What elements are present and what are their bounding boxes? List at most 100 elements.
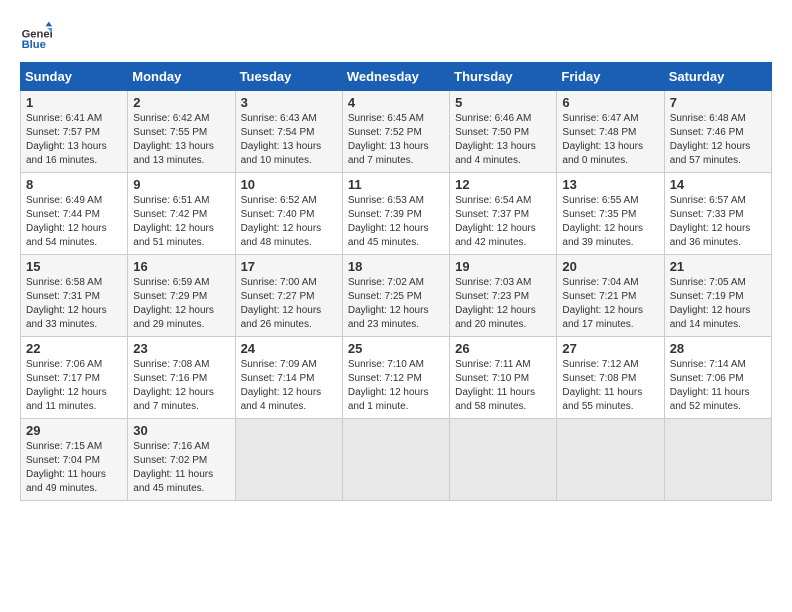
- calendar-header-row: SundayMondayTuesdayWednesdayThursdayFrid…: [21, 63, 772, 91]
- header-day-sunday: Sunday: [21, 63, 128, 91]
- calendar-cell: 6 Sunrise: 6:47 AMSunset: 7:48 PMDayligh…: [557, 91, 664, 173]
- calendar-cell: 13 Sunrise: 6:55 AMSunset: 7:35 PMDaylig…: [557, 173, 664, 255]
- day-number: 9: [133, 177, 229, 192]
- day-info: Sunrise: 6:43 AMSunset: 7:54 PMDaylight:…: [241, 112, 337, 168]
- calendar-cell: 23 Sunrise: 7:08 AMSunset: 7:16 PMDaylig…: [128, 337, 235, 419]
- day-number: 19: [455, 259, 551, 274]
- day-info: Sunrise: 7:05 AMSunset: 7:19 PMDaylight:…: [670, 276, 766, 332]
- calendar-table: SundayMondayTuesdayWednesdayThursdayFrid…: [20, 62, 772, 501]
- calendar-cell: 5 Sunrise: 6:46 AMSunset: 7:50 PMDayligh…: [450, 91, 557, 173]
- logo-icon: General Blue: [20, 20, 52, 52]
- calendar-week-2: 8 Sunrise: 6:49 AMSunset: 7:44 PMDayligh…: [21, 173, 772, 255]
- calendar-cell: 2 Sunrise: 6:42 AMSunset: 7:55 PMDayligh…: [128, 91, 235, 173]
- calendar-week-5: 29 Sunrise: 7:15 AMSunset: 7:04 PMDaylig…: [21, 419, 772, 501]
- header-day-saturday: Saturday: [664, 63, 771, 91]
- calendar-cell: 15 Sunrise: 6:58 AMSunset: 7:31 PMDaylig…: [21, 255, 128, 337]
- day-number: 11: [348, 177, 444, 192]
- calendar-cell: 28 Sunrise: 7:14 AMSunset: 7:06 PMDaylig…: [664, 337, 771, 419]
- day-number: 26: [455, 341, 551, 356]
- day-info: Sunrise: 7:16 AMSunset: 7:02 PMDaylight:…: [133, 440, 229, 496]
- calendar-cell: [557, 419, 664, 501]
- day-info: Sunrise: 6:47 AMSunset: 7:48 PMDaylight:…: [562, 112, 658, 168]
- day-number: 22: [26, 341, 122, 356]
- day-info: Sunrise: 6:41 AMSunset: 7:57 PMDaylight:…: [26, 112, 122, 168]
- day-number: 21: [670, 259, 766, 274]
- calendar-cell: 19 Sunrise: 7:03 AMSunset: 7:23 PMDaylig…: [450, 255, 557, 337]
- calendar-cell: 20 Sunrise: 7:04 AMSunset: 7:21 PMDaylig…: [557, 255, 664, 337]
- day-number: 6: [562, 95, 658, 110]
- day-number: 23: [133, 341, 229, 356]
- header-day-friday: Friday: [557, 63, 664, 91]
- day-info: Sunrise: 6:52 AMSunset: 7:40 PMDaylight:…: [241, 194, 337, 250]
- day-info: Sunrise: 6:51 AMSunset: 7:42 PMDaylight:…: [133, 194, 229, 250]
- calendar-cell: 27 Sunrise: 7:12 AMSunset: 7:08 PMDaylig…: [557, 337, 664, 419]
- day-info: Sunrise: 6:53 AMSunset: 7:39 PMDaylight:…: [348, 194, 444, 250]
- day-info: Sunrise: 7:06 AMSunset: 7:17 PMDaylight:…: [26, 358, 122, 414]
- day-number: 10: [241, 177, 337, 192]
- calendar-cell: 17 Sunrise: 7:00 AMSunset: 7:27 PMDaylig…: [235, 255, 342, 337]
- calendar-cell: 9 Sunrise: 6:51 AMSunset: 7:42 PMDayligh…: [128, 173, 235, 255]
- day-number: 20: [562, 259, 658, 274]
- logo: General Blue: [20, 20, 56, 52]
- day-info: Sunrise: 6:45 AMSunset: 7:52 PMDaylight:…: [348, 112, 444, 168]
- day-info: Sunrise: 7:08 AMSunset: 7:16 PMDaylight:…: [133, 358, 229, 414]
- day-info: Sunrise: 7:12 AMSunset: 7:08 PMDaylight:…: [562, 358, 658, 414]
- day-number: 14: [670, 177, 766, 192]
- day-info: Sunrise: 6:46 AMSunset: 7:50 PMDaylight:…: [455, 112, 551, 168]
- calendar-cell: [235, 419, 342, 501]
- calendar-cell: 26 Sunrise: 7:11 AMSunset: 7:10 PMDaylig…: [450, 337, 557, 419]
- calendar-week-3: 15 Sunrise: 6:58 AMSunset: 7:31 PMDaylig…: [21, 255, 772, 337]
- day-info: Sunrise: 7:15 AMSunset: 7:04 PMDaylight:…: [26, 440, 122, 496]
- day-number: 17: [241, 259, 337, 274]
- day-number: 16: [133, 259, 229, 274]
- calendar-cell: 7 Sunrise: 6:48 AMSunset: 7:46 PMDayligh…: [664, 91, 771, 173]
- day-info: Sunrise: 7:14 AMSunset: 7:06 PMDaylight:…: [670, 358, 766, 414]
- calendar-cell: 14 Sunrise: 6:57 AMSunset: 7:33 PMDaylig…: [664, 173, 771, 255]
- header-day-wednesday: Wednesday: [342, 63, 449, 91]
- day-info: Sunrise: 6:59 AMSunset: 7:29 PMDaylight:…: [133, 276, 229, 332]
- day-info: Sunrise: 7:11 AMSunset: 7:10 PMDaylight:…: [455, 358, 551, 414]
- calendar-cell: 30 Sunrise: 7:16 AMSunset: 7:02 PMDaylig…: [128, 419, 235, 501]
- calendar-cell: 8 Sunrise: 6:49 AMSunset: 7:44 PMDayligh…: [21, 173, 128, 255]
- day-info: Sunrise: 7:03 AMSunset: 7:23 PMDaylight:…: [455, 276, 551, 332]
- day-number: 4: [348, 95, 444, 110]
- calendar-cell: 29 Sunrise: 7:15 AMSunset: 7:04 PMDaylig…: [21, 419, 128, 501]
- svg-text:Blue: Blue: [22, 39, 46, 51]
- day-number: 13: [562, 177, 658, 192]
- calendar-cell: [450, 419, 557, 501]
- day-info: Sunrise: 6:58 AMSunset: 7:31 PMDaylight:…: [26, 276, 122, 332]
- day-number: 8: [26, 177, 122, 192]
- calendar-cell: 10 Sunrise: 6:52 AMSunset: 7:40 PMDaylig…: [235, 173, 342, 255]
- day-number: 12: [455, 177, 551, 192]
- calendar-cell: 25 Sunrise: 7:10 AMSunset: 7:12 PMDaylig…: [342, 337, 449, 419]
- calendar-cell: 3 Sunrise: 6:43 AMSunset: 7:54 PMDayligh…: [235, 91, 342, 173]
- header-day-monday: Monday: [128, 63, 235, 91]
- day-number: 15: [26, 259, 122, 274]
- day-number: 7: [670, 95, 766, 110]
- day-info: Sunrise: 6:54 AMSunset: 7:37 PMDaylight:…: [455, 194, 551, 250]
- day-info: Sunrise: 7:00 AMSunset: 7:27 PMDaylight:…: [241, 276, 337, 332]
- day-info: Sunrise: 6:49 AMSunset: 7:44 PMDaylight:…: [26, 194, 122, 250]
- day-number: 18: [348, 259, 444, 274]
- calendar-cell: [664, 419, 771, 501]
- header-day-tuesday: Tuesday: [235, 63, 342, 91]
- day-number: 3: [241, 95, 337, 110]
- day-number: 5: [455, 95, 551, 110]
- calendar-cell: 22 Sunrise: 7:06 AMSunset: 7:17 PMDaylig…: [21, 337, 128, 419]
- calendar-cell: 11 Sunrise: 6:53 AMSunset: 7:39 PMDaylig…: [342, 173, 449, 255]
- calendar-cell: 24 Sunrise: 7:09 AMSunset: 7:14 PMDaylig…: [235, 337, 342, 419]
- day-number: 1: [26, 95, 122, 110]
- day-info: Sunrise: 6:48 AMSunset: 7:46 PMDaylight:…: [670, 112, 766, 168]
- calendar-cell: [342, 419, 449, 501]
- calendar-week-1: 1 Sunrise: 6:41 AMSunset: 7:57 PMDayligh…: [21, 91, 772, 173]
- day-number: 24: [241, 341, 337, 356]
- day-info: Sunrise: 7:09 AMSunset: 7:14 PMDaylight:…: [241, 358, 337, 414]
- calendar-week-4: 22 Sunrise: 7:06 AMSunset: 7:17 PMDaylig…: [21, 337, 772, 419]
- page-header: General Blue: [20, 20, 772, 52]
- day-info: Sunrise: 6:42 AMSunset: 7:55 PMDaylight:…: [133, 112, 229, 168]
- calendar-cell: 12 Sunrise: 6:54 AMSunset: 7:37 PMDaylig…: [450, 173, 557, 255]
- day-info: Sunrise: 7:10 AMSunset: 7:12 PMDaylight:…: [348, 358, 444, 414]
- day-number: 29: [26, 423, 122, 438]
- day-number: 28: [670, 341, 766, 356]
- day-number: 27: [562, 341, 658, 356]
